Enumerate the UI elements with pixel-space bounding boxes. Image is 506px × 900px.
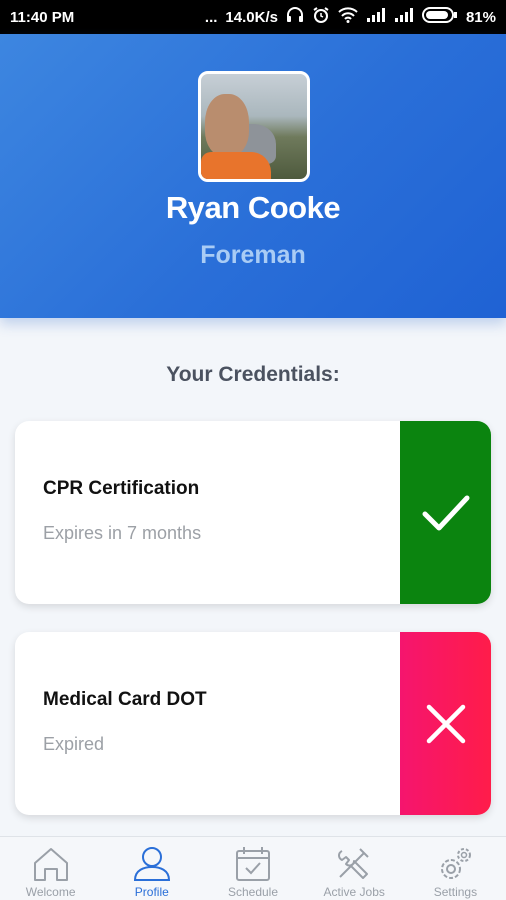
network-speed: 14.0K/s bbox=[225, 8, 278, 26]
home-icon bbox=[33, 848, 68, 881]
credentials-title: Your Credentials: bbox=[166, 363, 340, 386]
credential-card-medical[interactable]: Medical Card DOT Expired bbox=[15, 632, 491, 815]
credential-expired-badge bbox=[400, 632, 491, 815]
battery-percent: 81% bbox=[465, 8, 496, 26]
check-icon bbox=[422, 495, 469, 530]
headset-icon bbox=[286, 7, 304, 27]
credential-status: Expired bbox=[43, 734, 105, 754]
signal-icon bbox=[366, 8, 386, 26]
tab-profile[interactable]: Profile bbox=[101, 837, 202, 900]
tab-settings[interactable]: Settings bbox=[405, 837, 506, 900]
avatar-vest bbox=[201, 152, 271, 179]
avatar-face bbox=[205, 94, 249, 156]
tab-label: Profile bbox=[134, 885, 169, 899]
status-time: 11:40 PM bbox=[10, 8, 75, 26]
alarm-icon bbox=[312, 6, 330, 28]
status-dots: ... bbox=[204, 8, 218, 26]
credential-name: CPR Certification bbox=[43, 478, 200, 499]
tab-active-jobs[interactable]: Active Jobs bbox=[304, 837, 405, 900]
status-bar: 11:40 PM ... 14.0K/s 81% bbox=[0, 0, 506, 34]
calendar-icon bbox=[236, 847, 270, 881]
credential-card-cpr[interactable]: CPR Certification Expires in 7 months bbox=[15, 421, 491, 604]
profile-header: Ryan Cooke Foreman bbox=[0, 34, 506, 318]
avatar[interactable] bbox=[198, 71, 310, 182]
profile-role: Foreman bbox=[200, 241, 306, 269]
gear-icon bbox=[441, 848, 472, 879]
tools-icon bbox=[338, 848, 369, 879]
bottom-tab-bar: Welcome Profile Schedule Active Jobs Set… bbox=[0, 836, 506, 900]
wifi-icon bbox=[338, 7, 358, 27]
profile-name: Ryan Cooke bbox=[165, 190, 341, 225]
tab-label: Schedule bbox=[227, 885, 279, 899]
user-icon bbox=[133, 847, 170, 881]
credential-status: Expires in 7 months bbox=[43, 523, 202, 543]
close-icon bbox=[426, 704, 465, 743]
battery-icon bbox=[421, 7, 458, 27]
credential-name: Medical Card DOT bbox=[43, 689, 207, 710]
tab-welcome[interactable]: Welcome bbox=[0, 837, 101, 900]
credential-valid-badge bbox=[400, 421, 491, 604]
tab-label: Settings bbox=[433, 885, 478, 899]
tab-schedule[interactable]: Schedule bbox=[202, 837, 303, 900]
tab-label: Welcome bbox=[25, 885, 76, 899]
tab-label: Active Jobs bbox=[323, 885, 385, 899]
signal-icon-2 bbox=[394, 8, 414, 26]
